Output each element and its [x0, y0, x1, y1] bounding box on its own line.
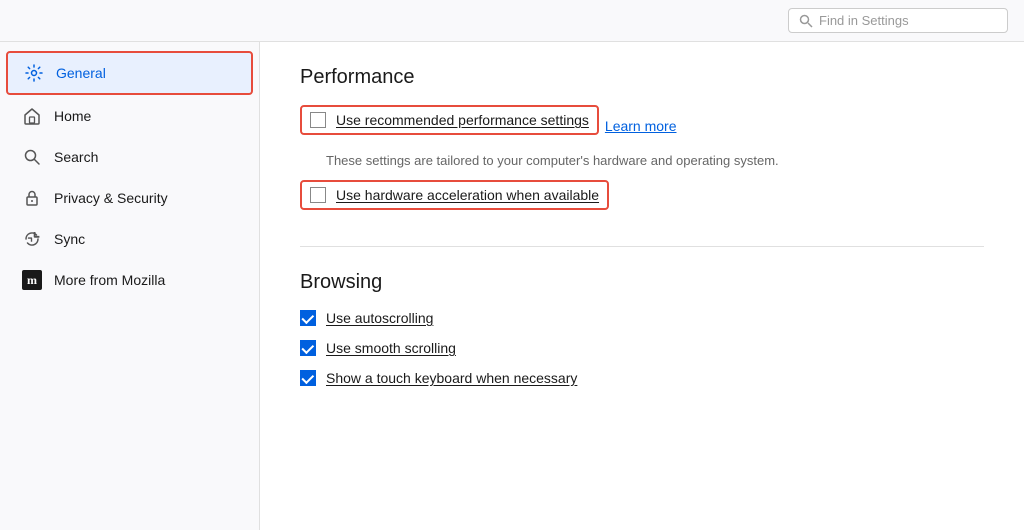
sidebar-item-home[interactable]: Home	[6, 96, 253, 136]
smooth-scroll-row: Use smooth scrolling	[300, 340, 984, 356]
hardware-accel-row: Use hardware acceleration when available	[300, 180, 609, 210]
mozilla-icon: m	[22, 270, 42, 290]
recommended-performance-row: Use recommended performance settings	[300, 105, 599, 135]
sidebar-item-privacy[interactable]: Privacy & Security	[6, 178, 253, 218]
sidebar-item-home-label: Home	[54, 108, 91, 124]
top-bar: Find in Settings	[0, 0, 1024, 42]
sidebar-item-general[interactable]: General	[6, 51, 253, 95]
hardware-accel-checkbox[interactable]	[310, 187, 326, 203]
search-icon	[799, 14, 813, 28]
sidebar: General Home Search	[0, 42, 260, 530]
recommended-performance-checkbox[interactable]	[310, 112, 326, 128]
hardware-accel-label: Use hardware acceleration when available	[336, 187, 599, 203]
sidebar-item-search-label: Search	[54, 149, 98, 165]
browsing-section: Browsing Use autoscrolling Use smooth sc…	[300, 271, 984, 386]
home-icon	[22, 106, 42, 126]
learn-more-link[interactable]: Learn more	[605, 118, 677, 134]
sync-icon	[22, 229, 42, 249]
section-divider	[300, 246, 984, 247]
sidebar-item-general-label: General	[56, 65, 106, 81]
touch-keyboard-checkbox[interactable]	[300, 370, 316, 386]
gear-icon	[24, 63, 44, 83]
search-icon	[22, 147, 42, 167]
performance-title: Performance	[300, 66, 984, 89]
sidebar-item-mozilla[interactable]: m More from Mozilla	[6, 260, 253, 300]
autoscroll-label: Use autoscrolling	[326, 310, 433, 326]
find-in-settings-placeholder: Find in Settings	[819, 13, 909, 28]
sidebar-item-mozilla-label: More from Mozilla	[54, 272, 165, 288]
lock-icon	[22, 188, 42, 208]
find-in-settings-input[interactable]: Find in Settings	[788, 8, 1008, 33]
sidebar-item-search[interactable]: Search	[6, 137, 253, 177]
recommended-performance-label: Use recommended performance settings	[336, 112, 589, 128]
sidebar-item-sync[interactable]: Sync	[6, 219, 253, 259]
content-area: Performance Use recommended performance …	[260, 42, 1024, 530]
browsing-title: Browsing	[300, 271, 984, 294]
autoscroll-checkbox[interactable]	[300, 310, 316, 326]
sidebar-item-sync-label: Sync	[54, 231, 85, 247]
sidebar-item-privacy-label: Privacy & Security	[54, 190, 168, 206]
touch-keyboard-row: Show a touch keyboard when necessary	[300, 370, 984, 386]
smooth-scroll-checkbox[interactable]	[300, 340, 316, 356]
performance-description: These settings are tailored to your comp…	[326, 153, 984, 168]
touch-keyboard-label: Show a touch keyboard when necessary	[326, 370, 577, 386]
smooth-scroll-label: Use smooth scrolling	[326, 340, 456, 356]
autoscroll-row: Use autoscrolling	[300, 310, 984, 326]
main-layout: General Home Search	[0, 42, 1024, 530]
